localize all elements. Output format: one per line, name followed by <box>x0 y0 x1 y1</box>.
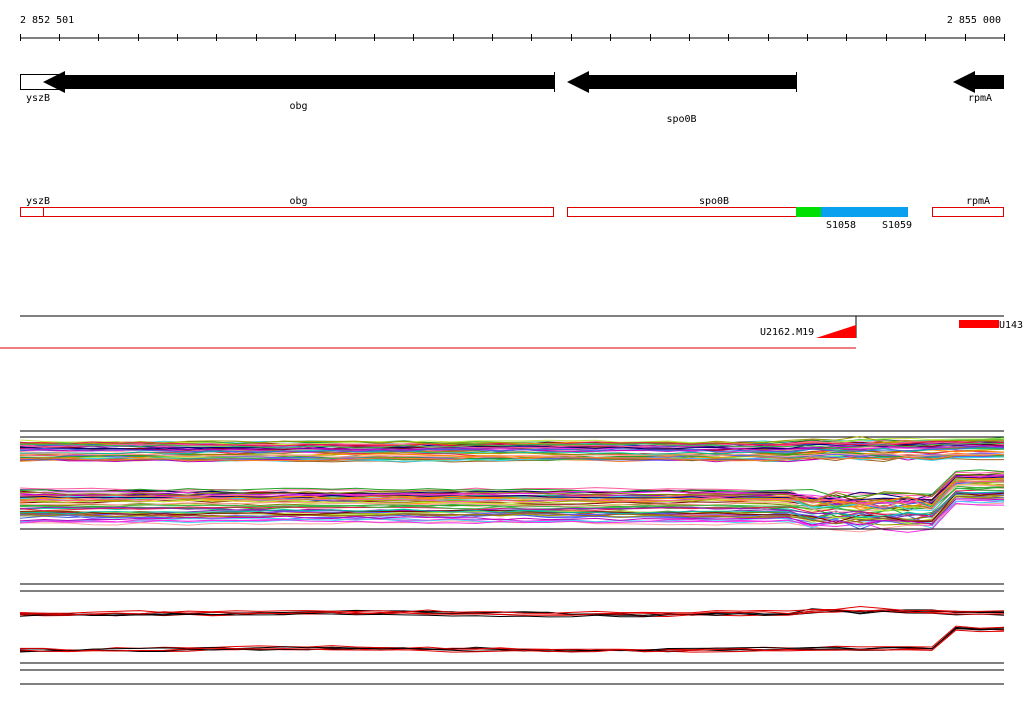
probe-label-u1431[interactable]: U1431 <box>999 320 1024 331</box>
segment-S1058[interactable] <box>796 207 821 217</box>
expression-panel-summary <box>19 583 1005 685</box>
gene-track: yszB obg spo0B rpmA <box>20 71 1004 125</box>
segment-label-spo0B[interactable]: spo0B <box>699 196 729 207</box>
panel2-profile-line <box>20 625 1005 651</box>
segment-label-S1058[interactable]: S1058 <box>826 220 856 231</box>
segment-label-obg[interactable]: obg <box>289 196 307 207</box>
gene-arrow-spo0B[interactable] <box>567 71 796 93</box>
panel2-profile-lines <box>19 605 1005 653</box>
probe-label-u2162[interactable]: U2162.M19 <box>760 327 814 338</box>
segment-rpmA[interactable] <box>932 207 1004 217</box>
segment-track: yszB obg spo0B S1058 S1059 rpmA <box>20 196 1004 231</box>
genome-browser-canvas: 2 852 501 2 855 000 yszB obg spo0B rpmA ysz… <box>0 15 1024 685</box>
segment-label-S1059[interactable]: S1059 <box>882 220 912 231</box>
gene-arrow-obg[interactable] <box>43 71 554 93</box>
segment-label-rpmA[interactable]: rpmA <box>966 196 990 207</box>
probe-triangle-u2162[interactable] <box>816 325 856 338</box>
segment-obg[interactable] <box>43 207 554 217</box>
probe-bar-u1431[interactable] <box>959 320 999 328</box>
coordinate-ruler: 2 852 501 2 855 000 <box>20 15 1005 41</box>
expression-panel-multi <box>19 430 1005 533</box>
probe-track: U2162.M19 U1431 <box>0 315 1024 349</box>
genome-browser-view: 2 852 501 2 855 000 yszB obg spo0B rpmA ysz… <box>0 0 1024 714</box>
panel1-profile-lines <box>19 435 1005 533</box>
gene-label-spo0B[interactable]: spo0B <box>666 114 696 125</box>
gene-label-rpmA[interactable]: rpmA <box>968 93 992 104</box>
ruler-end-label: 2 855 000 <box>947 15 1001 26</box>
ruler-start-label: 2 852 501 <box>20 15 74 26</box>
gene-label-yszB[interactable]: yszB <box>26 93 50 104</box>
gene-arrow-rpmA[interactable] <box>953 71 1004 93</box>
segment-label-yszB[interactable]: yszB <box>26 196 50 207</box>
segment-S1059[interactable] <box>821 207 908 217</box>
gene-label-obg[interactable]: obg <box>289 101 307 112</box>
